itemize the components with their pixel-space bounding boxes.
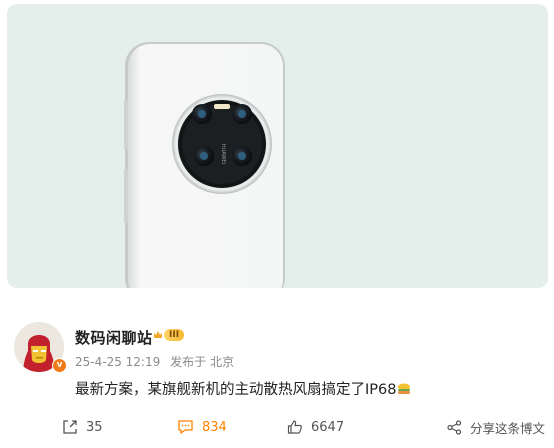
level-badge[interactable]: III xyxy=(153,328,185,342)
repost-count: 35 xyxy=(86,419,103,435)
post-location: 北京 xyxy=(210,355,235,369)
thumbs-up-icon xyxy=(287,420,302,434)
share-post-label: 分享这条博文 xyxy=(470,420,546,436)
comment-count: 834 xyxy=(202,419,227,435)
comment-icon xyxy=(178,420,193,434)
share-icon xyxy=(447,419,462,435)
repost-icon xyxy=(63,420,77,434)
crown-icon xyxy=(154,331,162,338)
phone-camera-photo-icon: HUAWEI xyxy=(124,42,285,288)
location-prefix: 发布于 xyxy=(170,355,207,369)
repost-button[interactable]: 35 xyxy=(62,413,103,441)
post-text-body: 最新方案，某旗舰新机的主动散热风扇搞定了IP68 xyxy=(75,382,397,398)
level-badge-label: III xyxy=(164,329,185,341)
verified-badge: v xyxy=(52,358,67,373)
like-count: 6647 xyxy=(311,419,345,435)
share-post-button[interactable]: 分享这条博文 xyxy=(447,413,545,441)
laughing-emoji-icon xyxy=(398,383,411,394)
post-timestamp: 25-4-25 12:19 xyxy=(75,355,161,369)
comment-button[interactable]: 834 xyxy=(177,413,227,441)
post-image[interactable]: HUAWEI xyxy=(7,4,548,288)
post-text: 最新方案，某旗舰新机的主动散热风扇搞定了IP68 xyxy=(75,378,411,399)
username[interactable]: 数码闲聊站 xyxy=(75,327,153,348)
svg-text:HUAWEI: HUAWEI xyxy=(220,144,226,164)
post-meta: 25-4-25 12:19 发布于 北京 xyxy=(75,353,240,370)
like-button[interactable]: 6647 xyxy=(287,413,344,441)
action-bar: 35 834 6647 分享这条博文 xyxy=(0,413,554,441)
